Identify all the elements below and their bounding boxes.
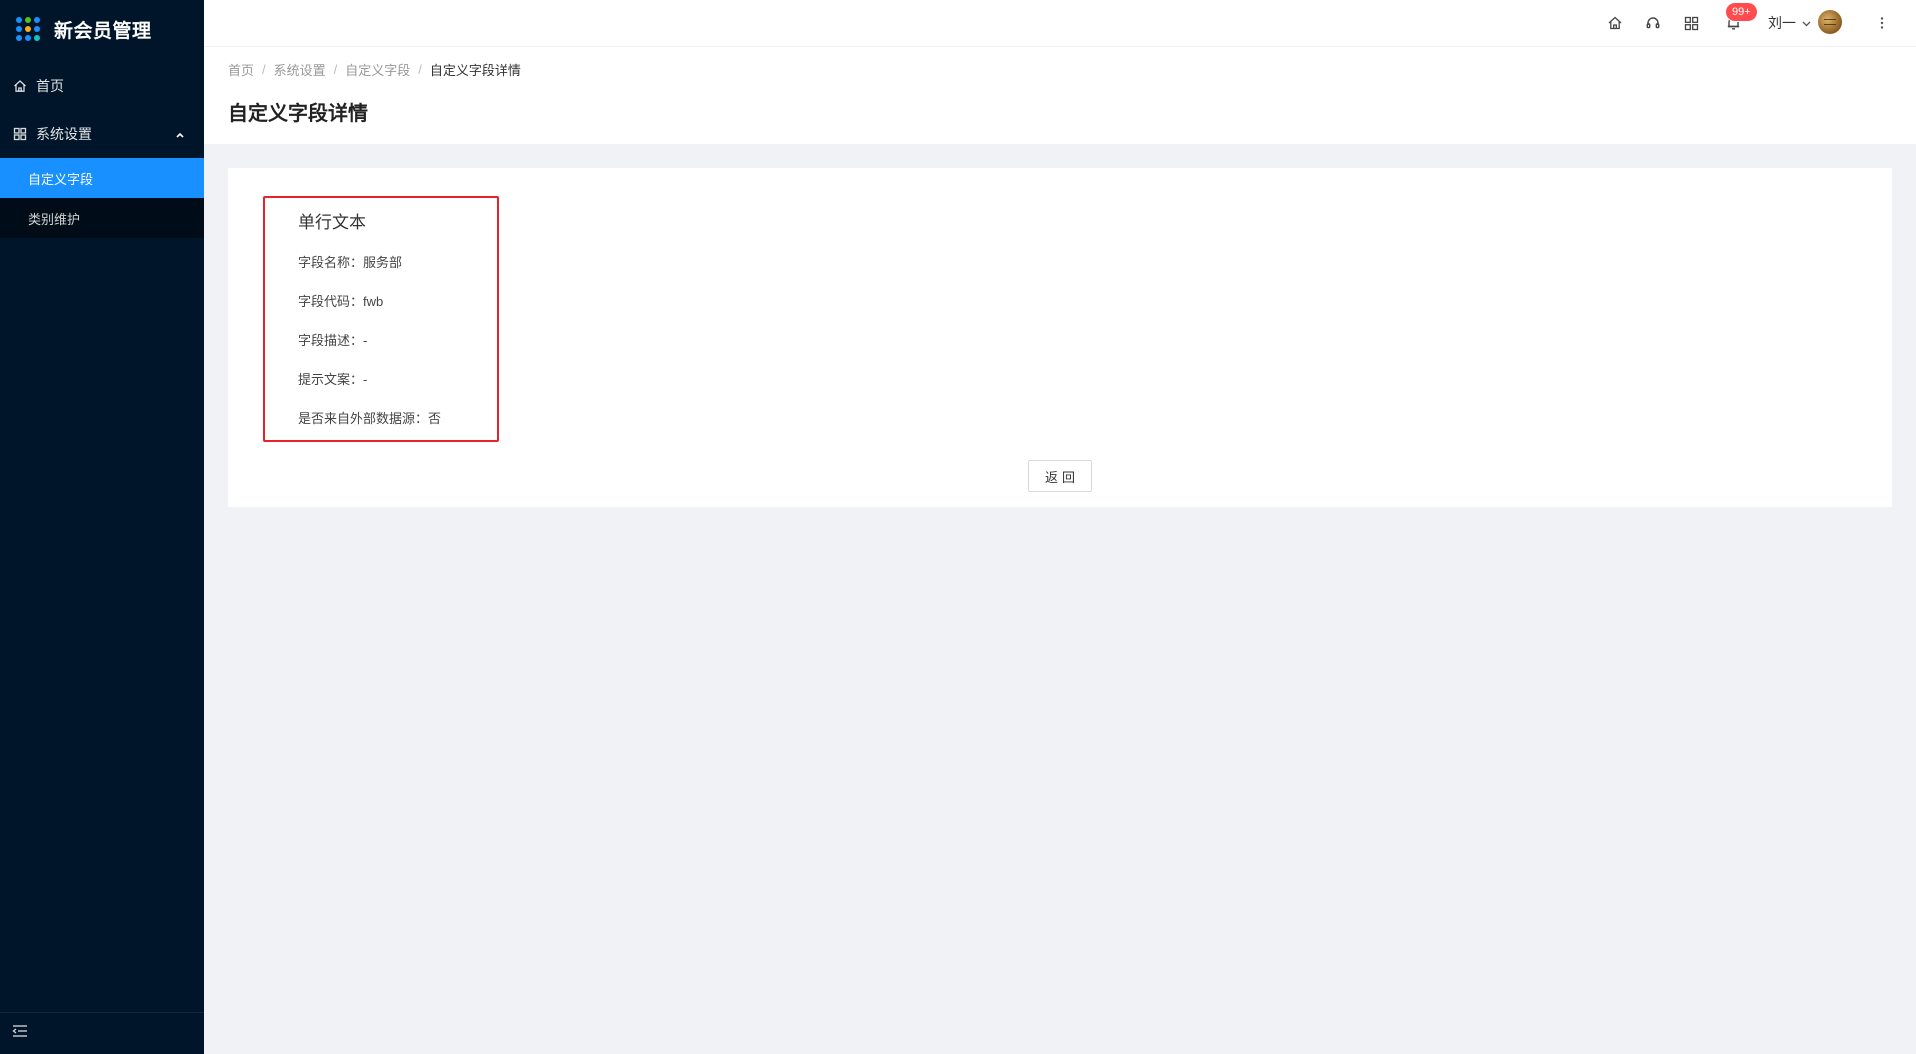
app-title: 新会员管理 bbox=[54, 20, 152, 42]
user-name[interactable]: 刘一 bbox=[1768, 13, 1796, 33]
breadcrumb-home[interactable]: 首页 bbox=[228, 60, 254, 79]
detail-value: 否 bbox=[428, 411, 442, 426]
detail-row-field-name: 字段名称：服务部 bbox=[298, 252, 402, 271]
detail-label: 字段代码： bbox=[298, 294, 364, 309]
detail-row-hint-text: 提示文案：- bbox=[298, 369, 367, 388]
detail-row-external-source: 是否来自外部数据源：否 bbox=[298, 408, 441, 427]
settings-grid-icon bbox=[12, 126, 28, 142]
apps-grid-icon[interactable] bbox=[1682, 14, 1700, 32]
headset-icon[interactable] bbox=[1644, 14, 1662, 32]
page-header: 首页 / 系统设置 / 自定义字段 / 自定义字段详情 自定义字段详情 bbox=[204, 47, 1916, 144]
detail-label: 字段名称： bbox=[298, 255, 364, 270]
detail-label: 字段描述： bbox=[298, 333, 364, 348]
sidebar-item-label: 自定义字段 bbox=[28, 171, 94, 187]
detail-card: 单行文本 字段名称：服务部 字段代码：fwb 字段描述：- 提示文案：- 是否来… bbox=[228, 168, 1892, 507]
sidebar-item-custom-fields[interactable]: 自定义字段 bbox=[0, 158, 204, 198]
breadcrumb-separator: / bbox=[333, 62, 338, 77]
detail-row-field-code: 字段代码：fwb bbox=[298, 291, 383, 310]
app-logo[interactable]: 新会员管理 bbox=[0, 0, 204, 58]
field-type-title: 单行文本 bbox=[298, 213, 366, 232]
detail-value: 服务部 bbox=[363, 255, 403, 270]
sidebar-item-label: 类别维护 bbox=[28, 211, 81, 227]
chevron-down-icon[interactable] bbox=[1801, 16, 1812, 27]
submenu-system-settings: 自定义字段 类别维护 bbox=[0, 158, 204, 238]
logo-grid-icon bbox=[16, 17, 40, 41]
sidebar-item-label: 首页 bbox=[36, 78, 64, 94]
sidebar-item-label: 系统设置 bbox=[36, 126, 92, 142]
detail-value: - bbox=[363, 372, 368, 387]
app-root: 新会员管理 首页 系统设置 自定义字段 类别维护 99+ 刘一 首页 / 系统设… bbox=[0, 0, 1916, 1054]
detail-label: 提示文案： bbox=[298, 372, 364, 387]
breadcrumb-separator: / bbox=[262, 62, 266, 77]
back-button[interactable]: 返回 bbox=[1028, 460, 1092, 492]
menu-fold-icon bbox=[12, 1024, 28, 1043]
breadcrumb-current: 自定义字段详情 bbox=[429, 63, 521, 78]
detail-label: 是否来自外部数据源： bbox=[298, 411, 429, 426]
breadcrumb-system-settings[interactable]: 系统设置 bbox=[274, 60, 326, 79]
sidebar: 新会员管理 首页 系统设置 自定义字段 类别维护 bbox=[0, 0, 204, 1054]
detail-value: - bbox=[363, 333, 368, 348]
chevron-up-icon bbox=[174, 128, 186, 140]
sidebar-item-system-settings[interactable]: 系统设置 bbox=[0, 110, 204, 158]
sidebar-item-home[interactable]: 首页 bbox=[0, 62, 204, 110]
breadcrumb: 首页 / 系统设置 / 自定义字段 / 自定义字段详情 bbox=[228, 60, 521, 79]
notification-badge: 99+ bbox=[1726, 3, 1757, 21]
avatar[interactable] bbox=[1818, 10, 1842, 34]
detail-row-field-description: 字段描述：- bbox=[298, 330, 367, 349]
sidebar-item-category-maintenance[interactable]: 类别维护 bbox=[0, 198, 204, 238]
breadcrumb-separator: / bbox=[418, 62, 422, 77]
detail-value: fwb bbox=[363, 294, 384, 309]
breadcrumb-custom-fields[interactable]: 自定义字段 bbox=[345, 60, 410, 79]
page-title: 自定义字段详情 bbox=[228, 103, 368, 125]
home-icon[interactable] bbox=[1606, 14, 1624, 32]
sidebar-collapse-button[interactable] bbox=[0, 1012, 204, 1054]
home-icon bbox=[12, 78, 28, 94]
more-vertical-icon[interactable] bbox=[1873, 14, 1891, 32]
